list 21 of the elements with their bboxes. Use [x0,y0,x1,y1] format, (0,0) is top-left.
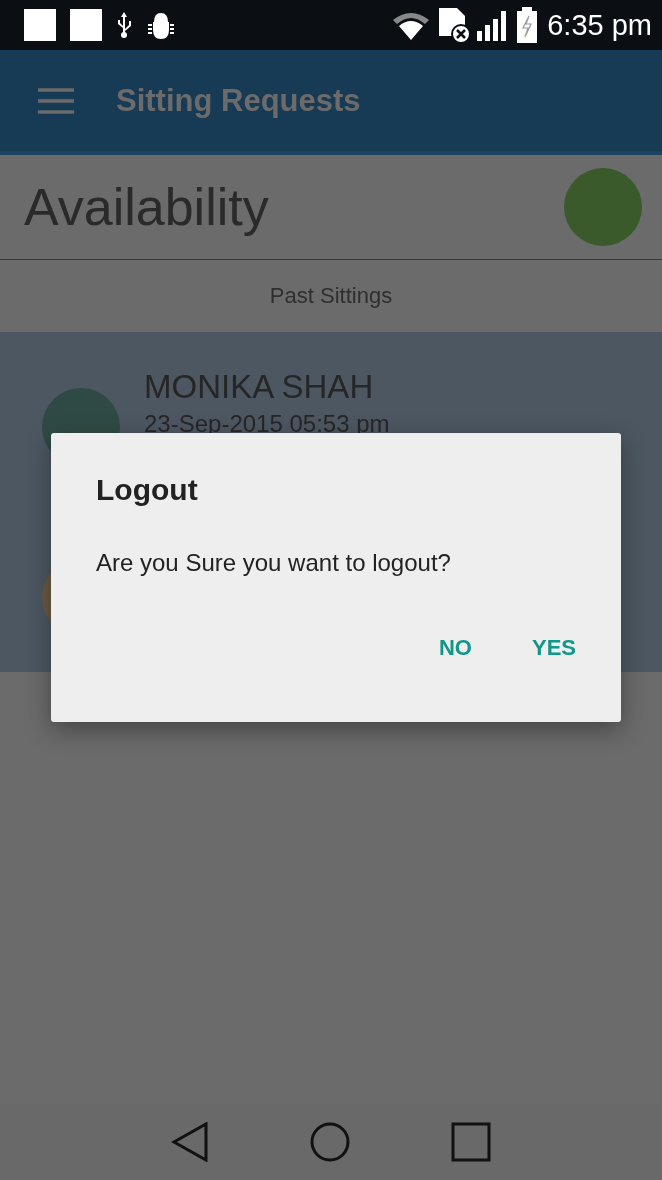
tab[interactable]: Past Sittings [269,283,393,309]
back-icon[interactable] [170,1122,209,1162]
clock: 6:35 pm [547,8,652,42]
bug-icon [146,11,176,39]
person-name: MONIKA SHAH [144,368,375,406]
app-bar-title: Sitting Requests [116,82,361,119]
home-icon[interactable] [310,1122,350,1162]
sim-card-icon [437,6,472,44]
sitting-date: 23-Sep-2015 05:53 pm [144,410,390,438]
dialog-button[interactable]: NO [418,625,492,671]
dialog-message: Are you Sure you want to logout? [96,549,452,577]
usb-icon [116,12,132,38]
battery-icon [517,7,538,43]
dialog-title: Logout [96,473,199,507]
notification-icon [70,9,102,41]
page-title: Availability [24,177,269,237]
recent-apps-icon[interactable] [451,1122,492,1162]
wifi-icon [391,10,432,40]
dialog-button[interactable]: YES [511,625,596,671]
notification-icon [24,9,56,41]
menu-icon[interactable] [38,87,74,114]
